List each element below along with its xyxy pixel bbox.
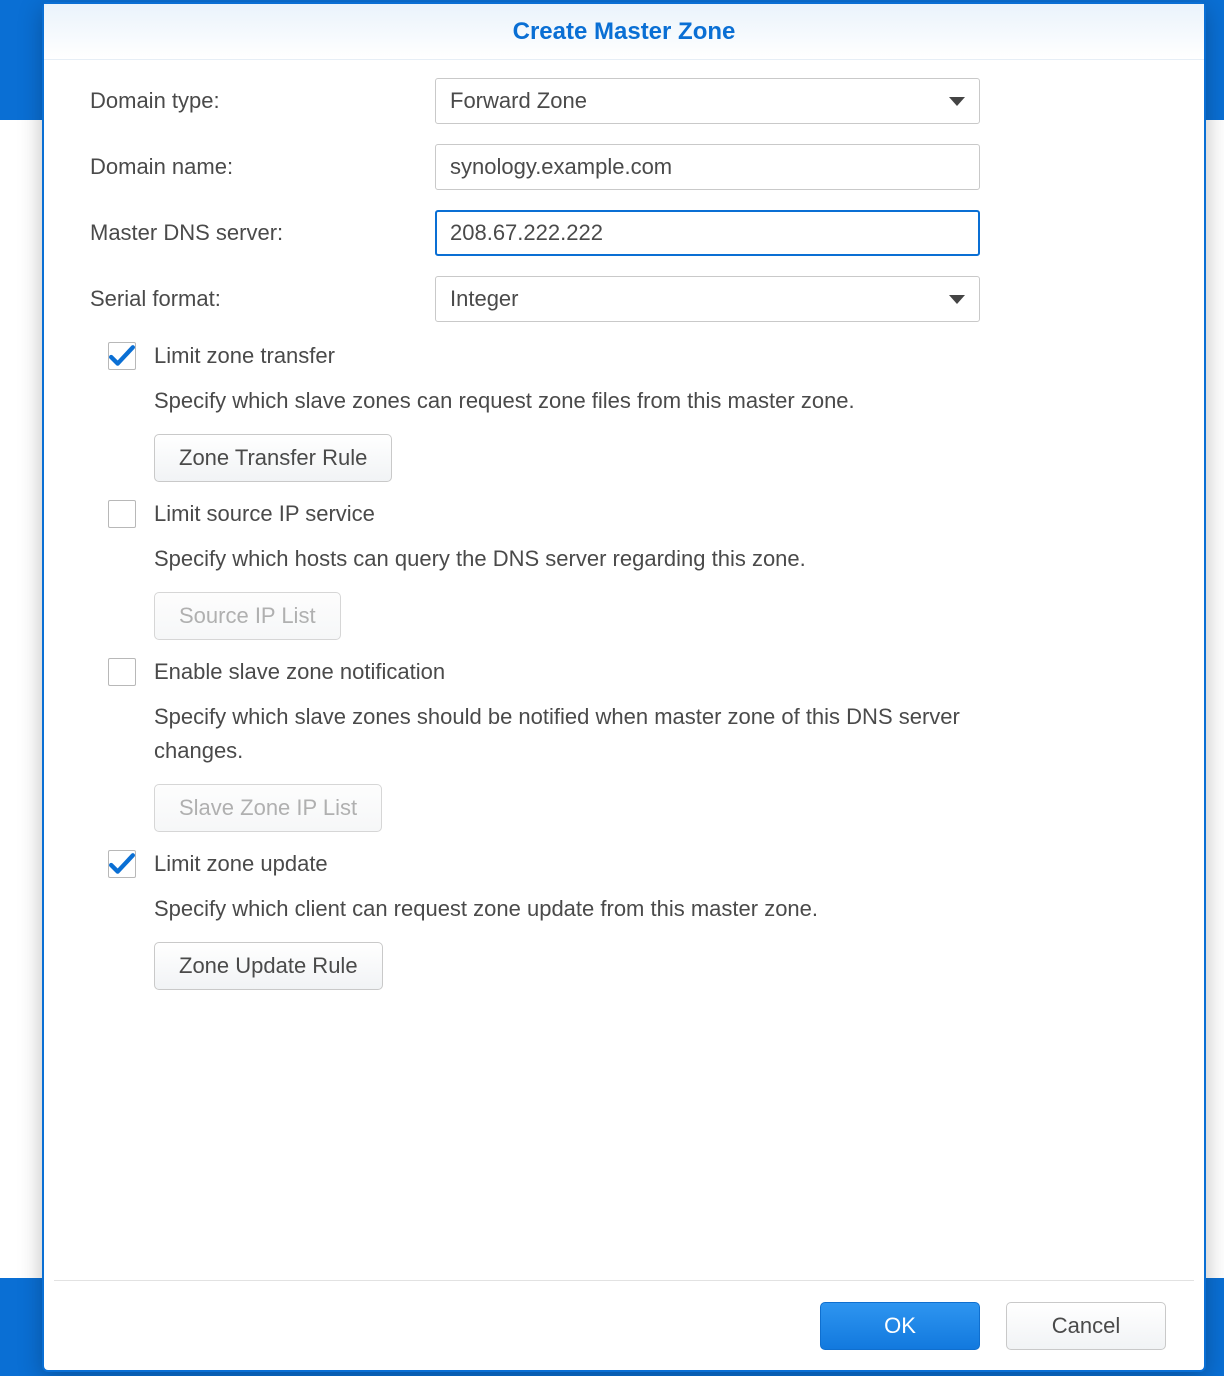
desc-limit-zone-transfer: Specify which slave zones can request zo… [154, 384, 1054, 418]
chevron-down-icon [949, 97, 965, 106]
row-domain-type: Domain type: Forward Zone [90, 78, 1158, 124]
label-serial-format: Serial format: [90, 286, 435, 312]
desc-enable-slave-notify: Specify which slave zones should be noti… [154, 700, 1054, 768]
checkbox-enable-slave-notify[interactable] [108, 658, 136, 686]
label-enable-slave-notify[interactable]: Enable slave zone notification [154, 659, 445, 685]
dialog-header: Create Master Zone [44, 4, 1204, 60]
desc-limit-zone-update: Specify which client can request zone up… [154, 892, 1054, 926]
zone-transfer-rule-button[interactable]: Zone Transfer Rule [154, 434, 392, 482]
checkbox-limit-zone-update[interactable] [108, 850, 136, 878]
check-row-limit-zone-update: Limit zone update [108, 850, 1158, 878]
check-row-limit-source-ip: Limit source IP service [108, 500, 1158, 528]
check-row-enable-slave-notify: Enable slave zone notification [108, 658, 1158, 686]
zone-update-rule-button[interactable]: Zone Update Rule [154, 942, 383, 990]
options-block: Limit zone transfer Specify which slave … [108, 342, 1158, 990]
input-master-dns[interactable]: 208.67.222.222 [435, 210, 980, 256]
label-limit-zone-update[interactable]: Limit zone update [154, 851, 328, 877]
dialog-body: Domain type: Forward Zone Domain name: s… [44, 60, 1204, 1280]
checkbox-limit-source-ip[interactable] [108, 500, 136, 528]
source-ip-list-button: Source IP List [154, 592, 341, 640]
label-domain-type: Domain type: [90, 88, 435, 114]
input-domain-name-value: synology.example.com [450, 154, 672, 180]
check-icon [109, 852, 135, 876]
row-domain-name: Domain name: synology.example.com [90, 144, 1158, 190]
dialog-footer: OK Cancel [54, 1280, 1194, 1370]
dialog-title: Create Master Zone [513, 18, 736, 46]
ok-button[interactable]: OK [820, 1302, 980, 1350]
create-master-zone-dialog: Create Master Zone Domain type: Forward … [42, 2, 1206, 1372]
input-domain-name[interactable]: synology.example.com [435, 144, 980, 190]
select-domain-type-value: Forward Zone [450, 88, 587, 114]
label-limit-source-ip[interactable]: Limit source IP service [154, 501, 375, 527]
row-serial-format: Serial format: Integer [90, 276, 1158, 322]
cancel-button[interactable]: Cancel [1006, 1302, 1166, 1350]
row-master-dns: Master DNS server: 208.67.222.222 [90, 210, 1158, 256]
select-serial-format-value: Integer [450, 286, 519, 312]
label-domain-name: Domain name: [90, 154, 435, 180]
checkbox-limit-zone-transfer[interactable] [108, 342, 136, 370]
check-row-limit-zone-transfer: Limit zone transfer [108, 342, 1158, 370]
desc-limit-source-ip: Specify which hosts can query the DNS se… [154, 542, 1054, 576]
label-master-dns: Master DNS server: [90, 220, 435, 246]
label-limit-zone-transfer[interactable]: Limit zone transfer [154, 343, 335, 369]
check-icon [109, 344, 135, 368]
select-serial-format[interactable]: Integer [435, 276, 980, 322]
chevron-down-icon [949, 295, 965, 304]
select-domain-type[interactable]: Forward Zone [435, 78, 980, 124]
input-master-dns-value: 208.67.222.222 [450, 220, 603, 246]
slave-zone-ip-list-button: Slave Zone IP List [154, 784, 382, 832]
